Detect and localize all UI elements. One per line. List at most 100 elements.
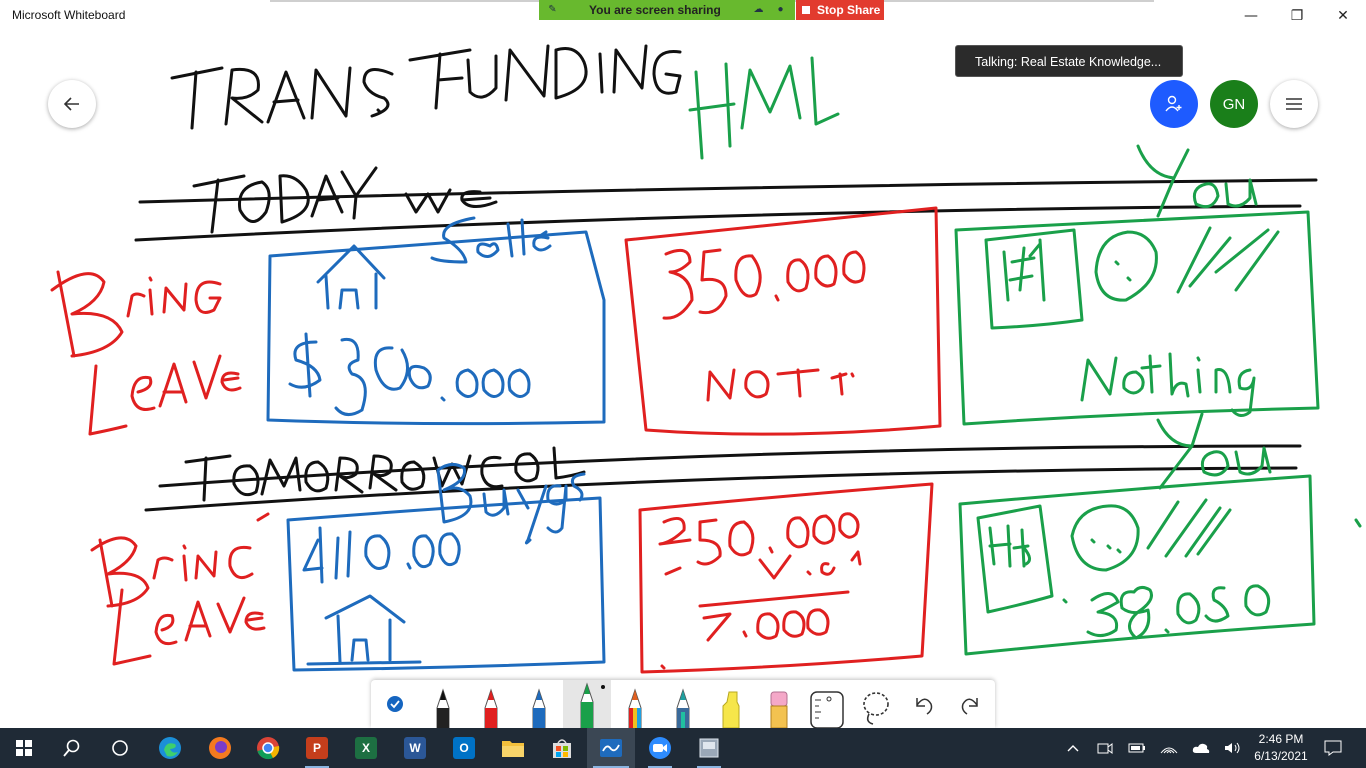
taskbar-word[interactable]: W	[391, 728, 439, 768]
blue-pen-icon	[532, 688, 546, 729]
stop-icon	[802, 6, 810, 14]
red-pen-icon	[484, 688, 498, 729]
taskbar-edge[interactable]	[146, 728, 194, 768]
shield-icon: ●	[777, 4, 784, 15]
redo-icon	[961, 698, 978, 715]
zoom-icon	[649, 737, 671, 759]
chrome-icon	[257, 737, 280, 760]
search-icon	[63, 739, 80, 757]
outlook-icon: O	[453, 737, 475, 759]
highlighter-icon	[722, 691, 740, 729]
ink-you-bottom	[1156, 412, 1272, 490]
taskbar-other-app[interactable]	[685, 728, 733, 768]
chevron-up-icon	[1067, 745, 1079, 752]
person-add-icon	[1165, 95, 1182, 112]
taskbar-clock[interactable]: 2:46 PM 6/13/2021	[1250, 731, 1312, 765]
ruler-tool[interactable]	[803, 680, 851, 729]
stop-share-button[interactable]: Stop Share	[796, 0, 884, 20]
taskbar-file-explorer[interactable]	[489, 728, 537, 768]
minimize-icon: —	[1244, 8, 1258, 24]
black-pen-icon	[436, 688, 450, 729]
tray-wifi[interactable]	[1158, 728, 1180, 768]
notifications-button[interactable]	[1320, 728, 1346, 768]
ink-buys-box	[286, 463, 606, 672]
minimize-button[interactable]: —	[1228, 0, 1274, 32]
show-hidden-icons-button[interactable]	[1062, 728, 1084, 768]
folder-icon	[502, 741, 524, 757]
highlighter-tool[interactable]	[707, 680, 755, 729]
ink-calc-box	[638, 482, 934, 674]
ink-hml	[688, 56, 840, 160]
search-button[interactable]	[48, 728, 96, 768]
camera-icon	[1097, 743, 1113, 754]
tray-onedrive[interactable]	[1190, 728, 1212, 768]
clock-date: 6/13/2021	[1254, 749, 1308, 763]
wifi-icon	[1160, 747, 1178, 754]
taskbar-excel[interactable]: X	[342, 728, 390, 768]
ink-heading	[170, 44, 682, 130]
speaker-icon	[1225, 742, 1240, 754]
hamburger-icon	[1286, 98, 1302, 110]
red-pen-tool[interactable]	[467, 680, 515, 729]
avatar-initials: GN	[1222, 95, 1246, 113]
green-pen-icon	[580, 682, 605, 729]
firefox-icon	[209, 737, 231, 759]
cloud-icon	[1192, 743, 1210, 753]
whiteboard-canvas[interactable]	[0, 32, 1366, 680]
start-button[interactable]	[0, 728, 48, 768]
black-pen-tool[interactable]	[419, 680, 467, 729]
task-view-button[interactable]	[96, 728, 144, 768]
taskbar-whiteboard[interactable]	[587, 728, 635, 768]
taskbar-store[interactable]	[538, 728, 586, 768]
taskbar-firefox[interactable]	[196, 728, 244, 768]
taskbar-chrome[interactable]	[244, 728, 292, 768]
taskbar-outlook[interactable]: O	[440, 728, 488, 768]
taskbar-powerpoint[interactable]: P	[293, 728, 341, 768]
eraser-icon	[770, 691, 788, 729]
menu-button[interactable]	[1270, 80, 1318, 128]
taskbar: P X W O	[0, 728, 1366, 768]
store-icon	[553, 739, 571, 758]
restore-button[interactable]: ❐	[1274, 0, 1320, 32]
eraser-tool[interactable]	[755, 680, 803, 729]
taskbar-zoom[interactable]	[636, 728, 684, 768]
lasso-tool[interactable]	[851, 680, 899, 728]
zoom-leaf-icon: ✎	[548, 4, 557, 15]
screen-share-banner: ✎ You are screen sharing ☁ ●	[539, 0, 795, 20]
windows-logo-icon	[16, 740, 32, 756]
galaxy-pen-tool[interactable]	[659, 680, 707, 729]
app-window-icon	[699, 738, 719, 758]
ink-note-box	[624, 206, 942, 436]
clock-time: 2:46 PM	[1258, 732, 1304, 746]
tray-meet-now[interactable]	[1094, 728, 1116, 768]
word-icon: W	[404, 737, 426, 759]
green-pen-tool[interactable]	[563, 680, 611, 729]
rainbow-pen-tool[interactable]	[611, 680, 659, 729]
ink-bring-leave-bottom	[90, 512, 270, 666]
undo-button[interactable]	[899, 680, 947, 728]
restore-icon: ❐	[1290, 8, 1304, 24]
whiteboard-icon	[600, 739, 622, 757]
user-avatar[interactable]: GN	[1210, 80, 1258, 128]
ink-tomorrow	[144, 444, 1302, 512]
undo-icon	[916, 698, 933, 715]
back-button[interactable]	[48, 80, 96, 128]
cloud-icon: ☁	[753, 4, 764, 15]
task-view-icon	[112, 740, 128, 756]
tray-battery[interactable]	[1126, 728, 1148, 768]
select-tool[interactable]	[371, 680, 419, 728]
rainbow-pen-icon	[628, 688, 642, 729]
ink-sells-box	[266, 216, 606, 426]
arrow-left-icon	[63, 97, 79, 111]
powerpoint-icon: P	[306, 737, 328, 759]
ink-profit-box	[958, 474, 1362, 656]
redo-button[interactable]	[947, 680, 995, 728]
close-button[interactable]: ✕	[1320, 0, 1366, 32]
excel-icon: X	[355, 737, 377, 759]
speaker-tooltip: Talking: Real Estate Knowledge...	[955, 45, 1183, 77]
invite-button[interactable]	[1150, 80, 1198, 128]
title-bar: Microsoft Whiteboard ✎ You are screen sh…	[0, 0, 1366, 32]
tray-volume[interactable]	[1222, 728, 1244, 768]
blue-pen-tool[interactable]	[515, 680, 563, 729]
ink-bring-leave-top	[50, 270, 242, 436]
